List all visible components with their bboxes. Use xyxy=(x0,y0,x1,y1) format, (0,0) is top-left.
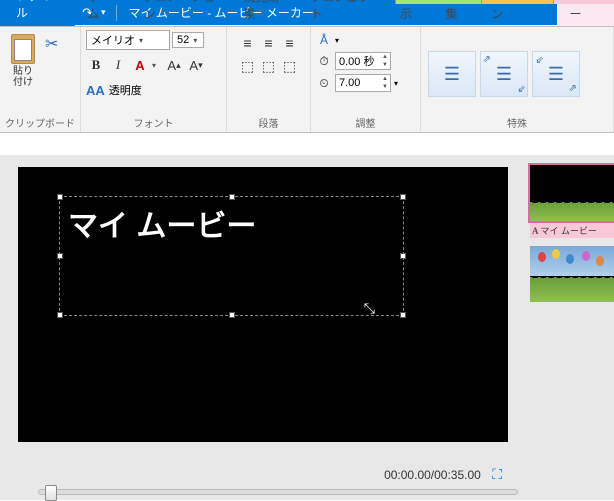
align-center-button[interactable]: ≡ xyxy=(259,33,279,53)
group-paragraph: ≡ ≡ ≡ ⬚ ⬚ ⬚ 段落 xyxy=(227,27,311,132)
font-family-dropdown[interactable]: メイリオ xyxy=(86,30,170,50)
resize-handle[interactable] xyxy=(229,312,235,318)
font-size-dropdown[interactable]: 52 xyxy=(172,32,204,48)
tab-visual-effects[interactable]: 視覚効果 xyxy=(231,0,298,26)
resize-cursor-icon: ⤡ xyxy=(364,300,375,317)
bold-button[interactable]: B xyxy=(86,55,106,75)
tab-home[interactable]: ホーム xyxy=(75,0,131,26)
group-effects: ☰ ☰ ☰ 特殊 xyxy=(421,27,614,132)
group-font: メイリオ 52 B I A ▾ A▴ A▾ AA 透明度 フォント xyxy=(81,27,227,132)
valign-bottom-button[interactable]: ⬚ xyxy=(280,56,300,76)
transparency-icon: AA xyxy=(86,83,105,98)
effect-shrink-button[interactable]: ☰ xyxy=(532,51,580,97)
preview-pane[interactable]: マイ ムービー ⤡ xyxy=(18,167,508,442)
align-left-button[interactable]: ≡ xyxy=(238,33,258,53)
cut-icon[interactable]: ✂ xyxy=(45,34,58,54)
duration-input[interactable] xyxy=(336,77,380,89)
effect-lines-button[interactable]: ☰ xyxy=(428,51,476,97)
group-adjust: Å ▾ ⏱ ▲▼ ⏲ ▲▼ ▾ 調整 xyxy=(311,27,421,132)
resize-handle[interactable] xyxy=(400,253,406,259)
timecode-row: 00:00.00/00:35.00 ⛶ xyxy=(18,462,508,483)
group-label-adjust: 調整 xyxy=(316,114,415,132)
valign-top-button[interactable]: ⬚ xyxy=(238,56,258,76)
title-text[interactable]: マイ ムービー xyxy=(60,197,403,249)
resize-handle[interactable] xyxy=(57,194,63,200)
ctx-tab-audio[interactable]: 音楽ツール xyxy=(481,0,554,4)
ribbon: 貼り 付け ✂ クリップボード メイリオ 52 B I A ▾ A▴ A▾ xyxy=(0,27,614,133)
align-right-button[interactable]: ≡ xyxy=(280,33,300,53)
timeline-clip[interactable] xyxy=(530,165,614,221)
duration-icon: ⏲ xyxy=(316,75,332,91)
edit-text-dropdown-icon[interactable]: ▾ xyxy=(335,36,339,45)
seek-slider[interactable] xyxy=(38,489,518,495)
edit-text-icon[interactable]: Å xyxy=(316,32,332,48)
workspace: マイ ムービー ⤡ 00:00.00/00:35.00 ⛶ Aマイ xyxy=(0,155,614,500)
timeline-title-track[interactable]: Aマイ ムービー xyxy=(530,222,614,238)
duration-spinner[interactable]: ▲▼ xyxy=(335,74,391,92)
shrink-font-button[interactable]: A▾ xyxy=(186,55,206,75)
tab-project[interactable]: プロジェクト xyxy=(299,0,388,26)
resize-handle[interactable] xyxy=(57,253,63,259)
tab-file[interactable]: ファイル xyxy=(0,0,75,26)
ribbon-tabs: ファイル ホーム アニメーション 視覚効果 プロジェクト 表示 編集 オプション… xyxy=(0,3,614,27)
ctx-tab-text[interactable]: テキスト xyxy=(553,0,614,4)
group-label-paragraph: 段落 xyxy=(232,114,305,132)
group-label-clipboard: クリップボード xyxy=(5,114,75,132)
start-time-icon: ⏱ xyxy=(316,53,332,69)
font-color-button[interactable]: A xyxy=(130,55,150,75)
group-clipboard: 貼り 付け ✂ クリップボード xyxy=(0,27,81,132)
resize-handle[interactable] xyxy=(57,312,63,318)
text-track-icon: A xyxy=(532,226,539,236)
resize-handle[interactable] xyxy=(400,194,406,200)
tab-animation[interactable]: アニメーション xyxy=(132,0,232,26)
timecode-text: 00:00.00/00:35.00 xyxy=(384,468,481,482)
resize-handle[interactable] xyxy=(400,312,406,318)
fullscreen-icon[interactable]: ⛶ xyxy=(492,466,502,482)
resize-handle[interactable] xyxy=(229,194,235,200)
start-time-input[interactable] xyxy=(336,55,380,67)
title-textbox[interactable]: マイ ムービー ⤡ xyxy=(59,196,404,316)
transparency-label: 透明度 xyxy=(109,82,142,98)
italic-button[interactable]: I xyxy=(108,55,128,75)
ctx-tab-video[interactable]: ビデオ ツール xyxy=(395,0,482,4)
duration-dropdown-icon[interactable]: ▾ xyxy=(394,79,398,88)
effect-expand-button[interactable]: ☰ xyxy=(480,51,528,97)
grow-font-button[interactable]: A▴ xyxy=(164,55,184,75)
start-time-spinner[interactable]: ▲▼ xyxy=(335,52,391,70)
font-color-dropdown-icon[interactable]: ▾ xyxy=(152,61,156,70)
group-label-font: フォント xyxy=(86,114,221,132)
seek-thumb[interactable] xyxy=(45,485,57,501)
valign-middle-button[interactable]: ⬚ xyxy=(259,56,279,76)
group-label-effects: 特殊 xyxy=(426,114,608,132)
timeline-clip[interactable] xyxy=(530,246,614,302)
timeline-panel: Aマイ ムービー xyxy=(530,165,614,303)
paste-button[interactable]: 貼り 付け xyxy=(5,30,41,90)
